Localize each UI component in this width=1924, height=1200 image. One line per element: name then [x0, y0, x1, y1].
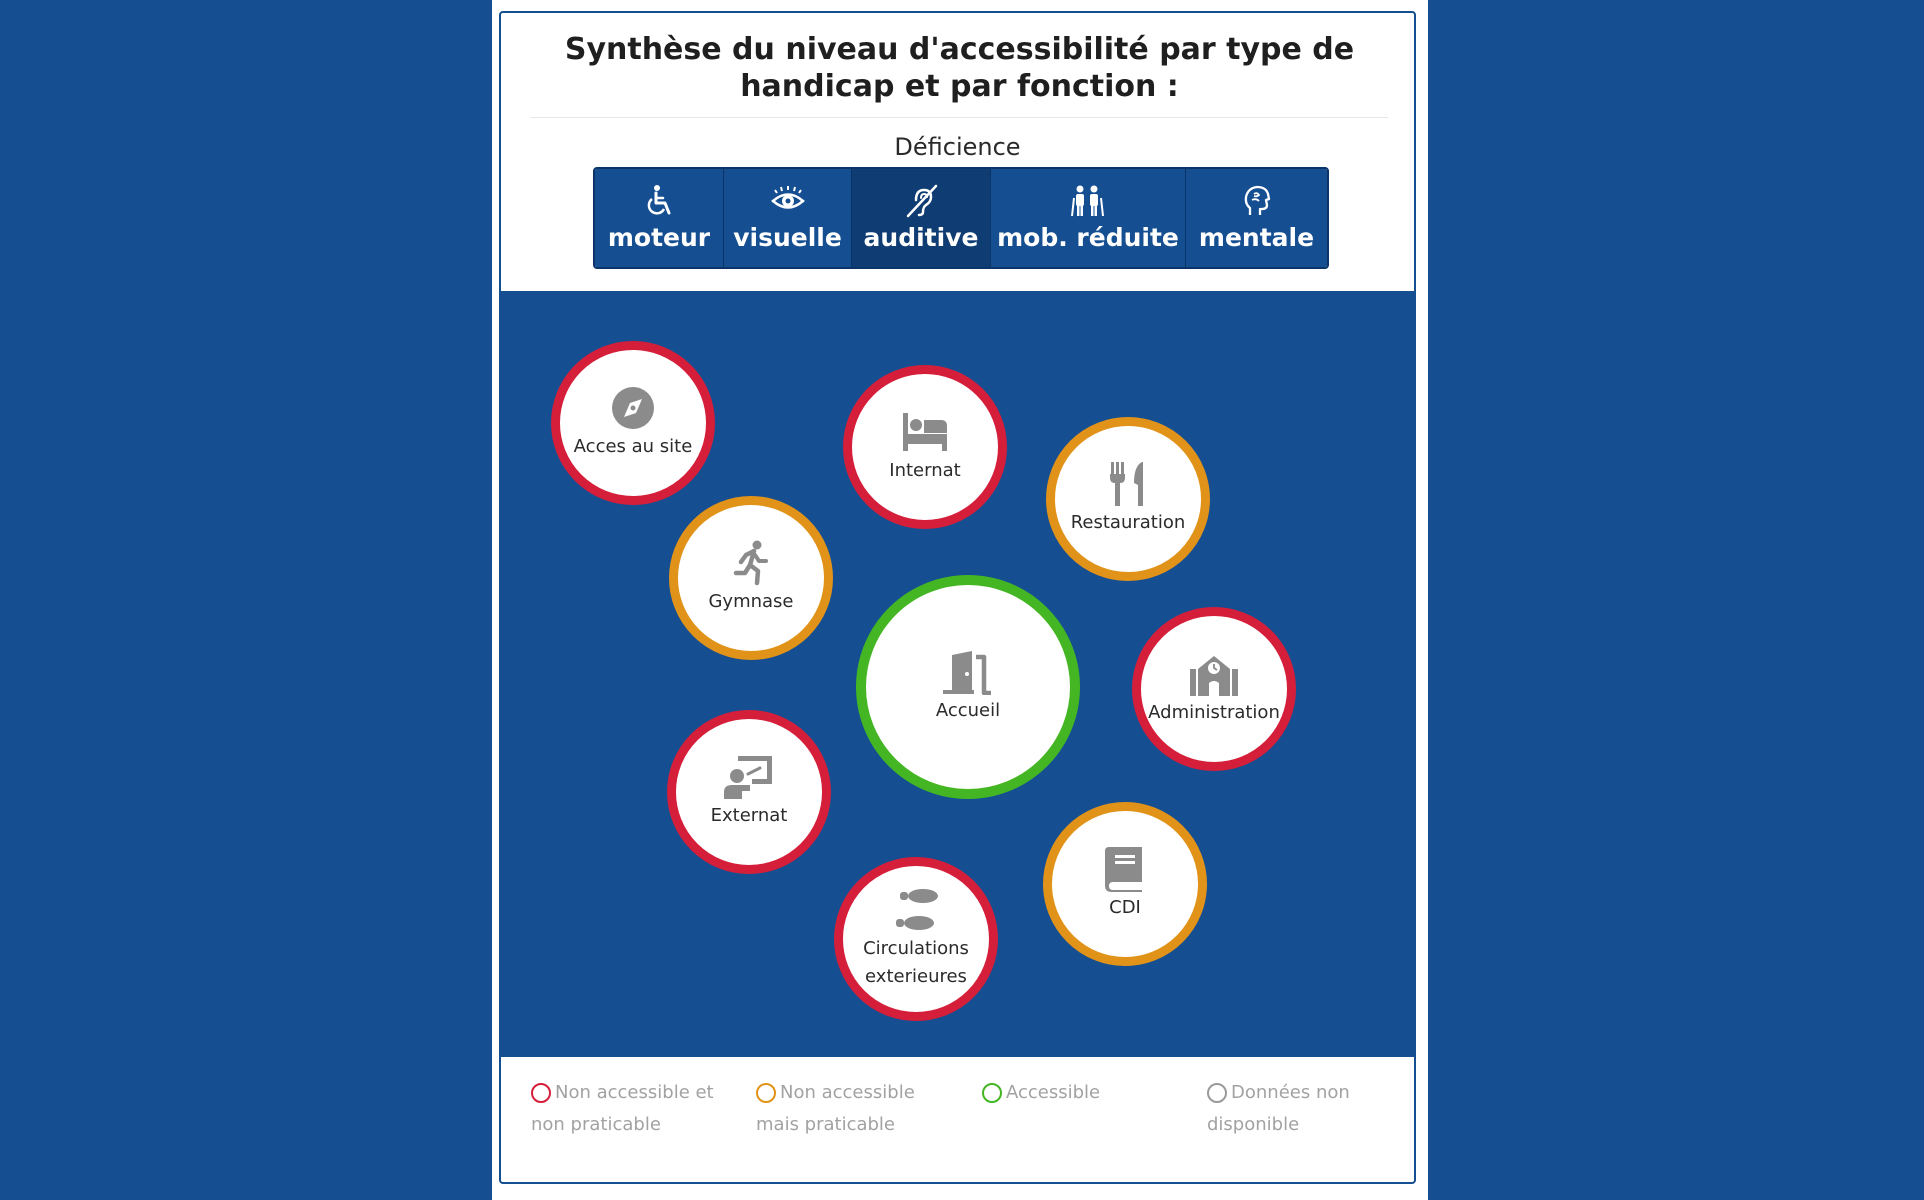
deficience-label: Déficience	[894, 133, 1021, 161]
functions-map: Acces au site Internat Restauration Gymn…	[501, 291, 1414, 1057]
legend: Non accessible et non praticable Non acc…	[531, 1077, 1391, 1157]
bed-icon	[903, 413, 947, 451]
function-label: Accueil	[935, 700, 1001, 721]
function-label: Administration	[1148, 702, 1280, 723]
deficience-tabs: moteur visuelle auditive mob. réduite me…	[593, 167, 1329, 269]
title-divider	[531, 117, 1388, 118]
function-label: Circulations exterieures	[863, 938, 969, 987]
legend-grey-circle-icon	[1207, 1083, 1227, 1103]
tab-visuelle-label: visuelle	[733, 223, 842, 252]
function-label: Acces au site	[573, 436, 693, 457]
legend-label: Non accessible mais praticable	[756, 1082, 915, 1135]
classroom-icon	[724, 756, 772, 799]
compass-icon	[612, 387, 654, 429]
legend-orange-circle-icon	[756, 1083, 776, 1103]
accessibility-card: Synthèse du niveau d'accessibilité par t…	[499, 11, 1416, 1184]
deaf-ear-icon	[906, 184, 938, 218]
tab-mentale-label: mentale	[1198, 223, 1315, 252]
book-icon	[1105, 847, 1142, 892]
main-panel: Synthèse du niveau d'accessibilité par t…	[492, 0, 1428, 1200]
legend-red-circle-icon	[531, 1083, 551, 1103]
footprints-icon	[896, 889, 938, 930]
function-gymnase[interactable]: Gymnase	[669, 496, 833, 660]
function-acces-au-site[interactable]: Acces au site	[551, 341, 715, 505]
function-externat[interactable]: Externat	[667, 710, 831, 874]
function-administration[interactable]: Administration	[1132, 607, 1296, 771]
legend-green-circle-icon	[982, 1083, 1002, 1103]
function-label: Internat	[889, 460, 961, 481]
legend-label: Accessible	[1006, 1082, 1101, 1103]
legend-item-non-accessible-praticable: Non accessible mais praticable	[756, 1077, 956, 1141]
legend-item-donnees-non-disponible: Données non disponible	[1207, 1077, 1387, 1141]
wheelchair-icon	[647, 185, 671, 215]
function-circulations-exterieures[interactable]: Circulations exterieures	[834, 857, 998, 1021]
function-label: CDI	[1109, 897, 1141, 918]
head-profile-icon	[1244, 185, 1270, 215]
cutlery-icon	[1110, 462, 1143, 506]
door-icon	[943, 651, 991, 695]
function-label: Gymnase	[708, 591, 794, 612]
tab-auditive-label: auditive	[863, 223, 979, 252]
function-cdi[interactable]: CDI	[1043, 802, 1207, 966]
function-accueil[interactable]: Accueil	[856, 575, 1080, 799]
tab-moteur[interactable]: moteur	[595, 169, 724, 267]
tab-mob-reduite-label: mob. réduite	[997, 223, 1179, 252]
eye-icon	[770, 186, 805, 209]
function-label: Externat	[710, 805, 788, 826]
function-label: Restauration	[1070, 512, 1186, 533]
tab-auditive[interactable]: auditive	[852, 169, 991, 267]
tab-mentale[interactable]: mentale	[1186, 169, 1327, 267]
legend-label: Données non disponible	[1207, 1082, 1350, 1135]
legend-item-non-accessible-non-praticable: Non accessible et non praticable	[531, 1077, 731, 1141]
tab-mob-reduite[interactable]: mob. réduite	[991, 169, 1186, 267]
function-restauration[interactable]: Restauration	[1046, 417, 1210, 581]
elderly-people-icon	[1071, 185, 1104, 217]
function-internat[interactable]: Internat	[843, 365, 1007, 529]
legend-label: Non accessible et non praticable	[531, 1082, 714, 1135]
tab-moteur-label: moteur	[607, 223, 711, 252]
page-title: Synthèse du niveau d'accessibilité par t…	[564, 32, 1355, 104]
running-person-icon	[733, 540, 768, 586]
legend-item-accessible: Accessible	[982, 1077, 1182, 1109]
school-building-icon	[1190, 656, 1238, 696]
tab-visuelle[interactable]: visuelle	[724, 169, 852, 267]
